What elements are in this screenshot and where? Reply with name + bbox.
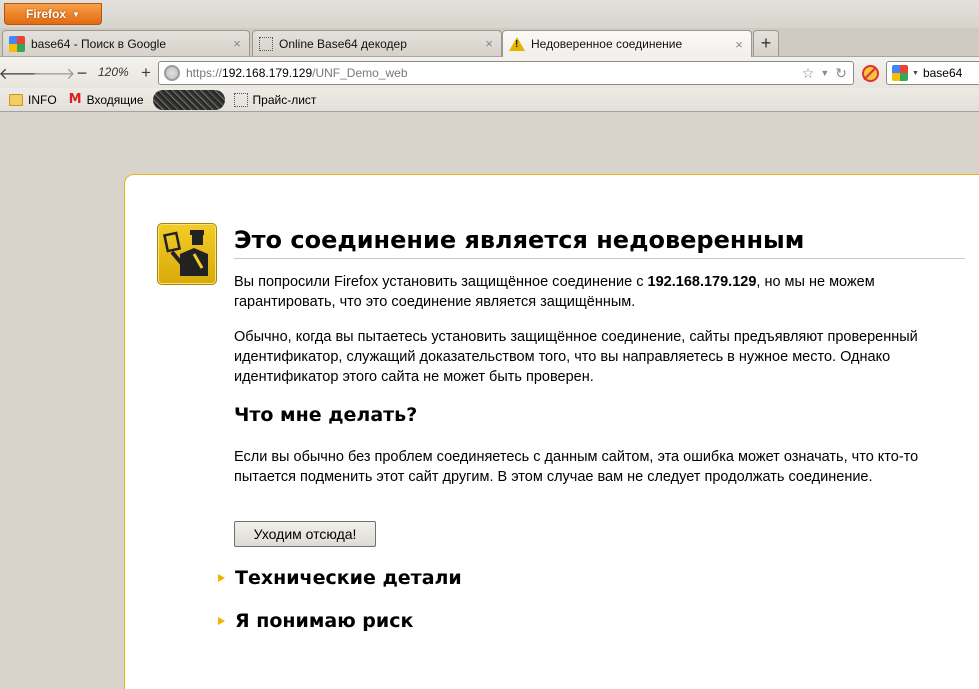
forward-button[interactable]: 🡒 xyxy=(33,63,76,83)
tab-label: Online Base64 декодер xyxy=(279,36,407,51)
search-engine-dropdown-icon[interactable]: ▼ xyxy=(912,70,919,77)
zoom-in-button[interactable]: + xyxy=(137,63,155,83)
intro-host: 192.168.179.129 xyxy=(647,274,757,290)
tab-label: base64 - Поиск в Google xyxy=(31,36,167,51)
tab-google-search[interactable]: base64 - Поиск в Google × xyxy=(2,30,250,56)
plus-icon: + xyxy=(141,63,151,82)
noscript-icon[interactable] xyxy=(862,65,879,82)
what-to-do-paragraph: Если вы обычно без проблем соединяетесь … xyxy=(234,449,919,485)
expand-triangle-icon xyxy=(218,574,225,582)
understand-risks-expander[interactable]: Я понимаю риск xyxy=(218,610,413,632)
address-bar[interactable]: https://192.168.179.129/UNF_Demo_web ☆ ▼… xyxy=(158,61,854,85)
navigation-toolbar: 🡐 🡒 − 120% + https://192.168.179.129/UNF… xyxy=(0,56,979,88)
tab-untrusted-connection[interactable]: Недоверенное соединение × xyxy=(502,30,752,57)
folder-icon xyxy=(9,93,23,106)
new-tab-button[interactable]: + xyxy=(753,30,779,56)
close-tab-icon[interactable]: × xyxy=(231,36,243,51)
plus-icon: + xyxy=(760,33,772,53)
intro-text-before: Вы попросили Firefox установить защищённ… xyxy=(234,274,648,290)
bookmark-info[interactable]: INFO xyxy=(6,90,60,110)
page-title: Это соединение является недоверенным xyxy=(234,226,965,259)
reload-icon[interactable]: ↻ xyxy=(835,65,847,82)
technical-details-label: Технические детали xyxy=(235,567,462,589)
firefox-menu-label: Firefox xyxy=(26,7,67,21)
close-tab-icon[interactable]: × xyxy=(733,37,745,52)
expand-triangle-icon xyxy=(218,617,225,625)
what-to-do-heading: Что мне делать? xyxy=(234,404,418,426)
site-identity-icon[interactable] xyxy=(164,65,180,81)
warning-icon xyxy=(509,37,525,51)
minus-icon: − xyxy=(76,62,88,83)
bookmark-label: INFO xyxy=(28,92,57,107)
google-favicon-icon xyxy=(9,35,25,52)
certificate-error-icon xyxy=(157,223,217,285)
url-host: 192.168.179.129 xyxy=(222,66,313,80)
intro-paragraph: Вы попросили Firefox установить защищённ… xyxy=(234,272,974,312)
close-tab-icon[interactable]: × xyxy=(483,36,495,51)
technical-details-expander[interactable]: Технические детали xyxy=(218,567,462,589)
search-bar[interactable]: ▼ base64 xyxy=(886,61,979,85)
window-title-bar: Firefox ▼ xyxy=(0,0,979,28)
history-dropdown-icon[interactable]: ▼ xyxy=(820,68,829,78)
bookmark-star-icon[interactable]: ☆ xyxy=(802,65,815,82)
tab-label: Недоверенное соединение xyxy=(531,37,683,51)
blank-page-icon xyxy=(233,92,248,107)
get-me-out-button[interactable]: Уходим отсюда! xyxy=(234,521,376,547)
page-content xyxy=(0,113,979,689)
back-button[interactable]: 🡐 xyxy=(0,63,41,83)
bookmark-inbox[interactable]: M Входящие xyxy=(66,90,147,110)
forward-arrow-icon: 🡒 xyxy=(32,65,76,83)
firefox-menu-button[interactable]: Firefox ▼ xyxy=(4,3,102,25)
url-text[interactable]: https://192.168.179.129/UNF_Demo_web xyxy=(186,66,802,80)
bookmark-label: Входящие xyxy=(86,92,144,107)
dropdown-arrow-icon: ▼ xyxy=(72,9,80,19)
zoom-out-button[interactable]: − xyxy=(72,63,92,83)
blank-page-icon xyxy=(259,36,273,51)
url-path: /UNF_Demo_web xyxy=(312,66,408,80)
redacted-bookmark[interactable] xyxy=(152,89,225,110)
tab-base64-decoder[interactable]: Online Base64 декодер × xyxy=(252,30,502,56)
search-input[interactable]: base64 xyxy=(923,66,962,80)
bookmark-label: Прайс-лист xyxy=(252,92,317,107)
zoom-level[interactable]: 120% xyxy=(98,65,129,79)
url-scheme: https:// xyxy=(186,66,223,80)
tab-strip: base64 - Поиск в Google × Online Base64 … xyxy=(0,28,979,57)
understand-risks-label: Я понимаю риск xyxy=(235,610,414,632)
bookmark-price-list[interactable]: Прайс-лист xyxy=(231,90,320,110)
gmail-icon: M xyxy=(68,92,82,107)
bookmarks-toolbar: INFO M Входящие Прайс-лист xyxy=(0,88,979,112)
explanation-paragraph: Обычно, когда вы пытаетесь установить за… xyxy=(234,329,918,385)
google-search-engine-icon[interactable] xyxy=(892,65,908,81)
